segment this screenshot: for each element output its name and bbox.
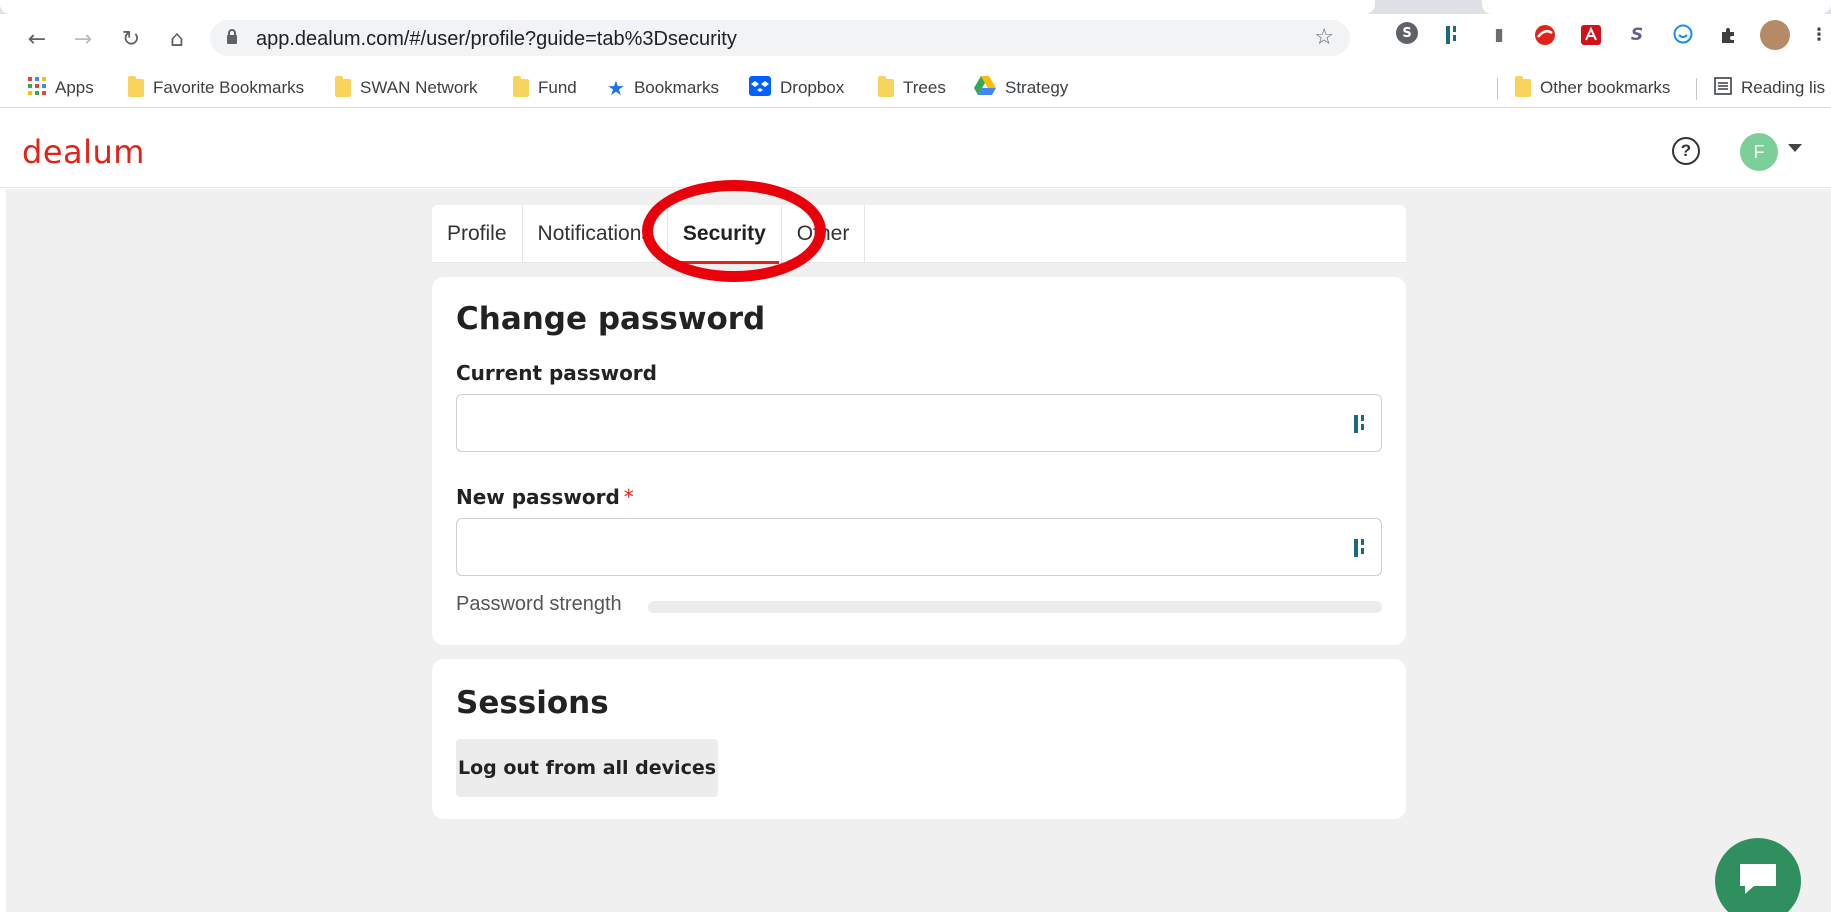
- required-marker: *: [623, 485, 634, 509]
- apps-grid-icon: [28, 76, 46, 100]
- help-icon[interactable]: ?: [1672, 137, 1700, 165]
- bookmark-other-bookmarks[interactable]: Other bookmarks: [1515, 76, 1670, 100]
- google-drive-icon: [974, 76, 996, 100]
- tab-other[interactable]: Other: [782, 205, 866, 263]
- logout-all-devices-button[interactable]: Log out from all devices: [456, 739, 718, 797]
- reading-list-label: Reading lis: [1741, 78, 1826, 97]
- lock-icon: [226, 29, 238, 47]
- star-icon: ★: [607, 76, 625, 100]
- tab-profile[interactable]: Profile: [432, 205, 523, 263]
- current-password-label-text: Current password: [456, 361, 657, 385]
- browser-tab[interactable]: [1482, 0, 1831, 14]
- puzzle-extensions-icon[interactable]: [1716, 22, 1742, 48]
- s-extension-icon[interactable]: S: [1624, 22, 1650, 48]
- bookmarks-separator: [1497, 78, 1498, 100]
- bookmark-label: Other bookmarks: [1540, 78, 1671, 97]
- kebab-menu-icon[interactable]: ⋮: [1806, 22, 1831, 48]
- address-bar[interactable]: app.dealum.com/#/user/profile?guide=tab%…: [210, 20, 1350, 56]
- change-password-card: Change password Current password New pas…: [432, 277, 1406, 645]
- dropbox-icon: [749, 75, 771, 101]
- bookmarks-separator: [1696, 78, 1697, 100]
- bookmark-label: SWAN Network: [360, 78, 478, 97]
- folder-icon: [128, 76, 144, 97]
- password-strength-label: Password strength: [456, 593, 622, 615]
- skype-extension-icon[interactable]: S: [1396, 22, 1418, 44]
- bookmark-star-icon[interactable]: ☆: [1314, 25, 1334, 50]
- bookmark-label: Strategy: [1005, 78, 1069, 97]
- password-manager-icon[interactable]: [1353, 537, 1369, 559]
- reload-icon[interactable]: ↻: [116, 24, 146, 54]
- bookmark-label: Trees: [903, 78, 946, 97]
- bookmarks-bar: Apps Favorite Bookmarks SWAN Network Fun…: [0, 68, 1831, 108]
- back-arrow-icon[interactable]: ←: [22, 24, 52, 54]
- password-manager-extension-icon[interactable]: [1440, 22, 1466, 48]
- current-password-field[interactable]: [456, 394, 1382, 452]
- bookmark-swan-network[interactable]: SWAN Network: [335, 76, 477, 100]
- browser-tab-strip: [0, 0, 1831, 14]
- trend-micro-extension-icon[interactable]: [1532, 22, 1558, 48]
- password-strength-bar: [648, 601, 1382, 613]
- bookmark-dropbox[interactable]: Dropbox: [749, 75, 845, 101]
- url-text: app.dealum.com/#/user/profile?guide=tab%…: [256, 28, 737, 50]
- office-extension-icon[interactable]: ▮: [1486, 22, 1512, 48]
- bookmark-label: Dropbox: [780, 78, 845, 97]
- profile-photo-icon[interactable]: [1760, 20, 1790, 50]
- bookmark-strategy[interactable]: Strategy: [974, 76, 1068, 100]
- app-header: dealum ? F: [0, 115, 1831, 188]
- bookmark-trees[interactable]: Trees: [878, 76, 946, 100]
- change-password-title: Change password: [456, 301, 766, 337]
- reading-list-icon: [1714, 76, 1732, 100]
- chat-extension-icon[interactable]: [1670, 22, 1696, 48]
- forward-arrow-icon[interactable]: →: [68, 24, 98, 54]
- bookmark-label: Fund: [538, 78, 577, 97]
- new-password-label: New password *: [456, 485, 634, 509]
- bookmark-label: Apps: [55, 78, 94, 97]
- tab-security[interactable]: Security: [668, 205, 782, 264]
- bookmark-bookmarks[interactable]: ★ Bookmarks: [607, 76, 719, 100]
- pdf-extension-icon[interactable]: [1578, 22, 1604, 48]
- current-password-label: Current password: [456, 361, 657, 385]
- folder-icon: [513, 76, 529, 97]
- tab-notifications[interactable]: Notifications: [523, 205, 668, 263]
- home-icon[interactable]: ⌂: [162, 24, 192, 54]
- dealum-logo[interactable]: dealum: [22, 133, 145, 171]
- chevron-down-icon[interactable]: [1788, 144, 1802, 152]
- avatar[interactable]: F: [1740, 133, 1778, 171]
- new-password-field[interactable]: [456, 518, 1382, 576]
- folder-icon: [878, 76, 894, 97]
- chat-bubble-icon: [1736, 860, 1780, 903]
- password-manager-icon[interactable]: [1353, 413, 1369, 435]
- new-password-label-text: New password: [456, 485, 620, 509]
- active-browser-tab[interactable]: [0, 0, 1375, 14]
- sessions-card: Sessions Log out from all devices: [432, 659, 1406, 819]
- sessions-title: Sessions: [456, 685, 609, 721]
- bookmark-fund[interactable]: Fund: [513, 76, 577, 100]
- profile-tabs: Profile Notifications Security Other: [432, 205, 1406, 264]
- folder-icon: [1515, 76, 1531, 97]
- browser-toolbar: ← → ↻ ⌂ app.dealum.com/#/user/profile?gu…: [0, 14, 1831, 62]
- bookmark-favorite-bookmarks[interactable]: Favorite Bookmarks: [128, 76, 304, 100]
- bookmark-apps[interactable]: Apps: [28, 76, 94, 100]
- bookmark-label: Bookmarks: [633, 78, 719, 97]
- reading-list[interactable]: Reading lis: [1714, 76, 1825, 100]
- folder-icon: [335, 76, 351, 97]
- bookmark-label: Favorite Bookmarks: [153, 78, 305, 97]
